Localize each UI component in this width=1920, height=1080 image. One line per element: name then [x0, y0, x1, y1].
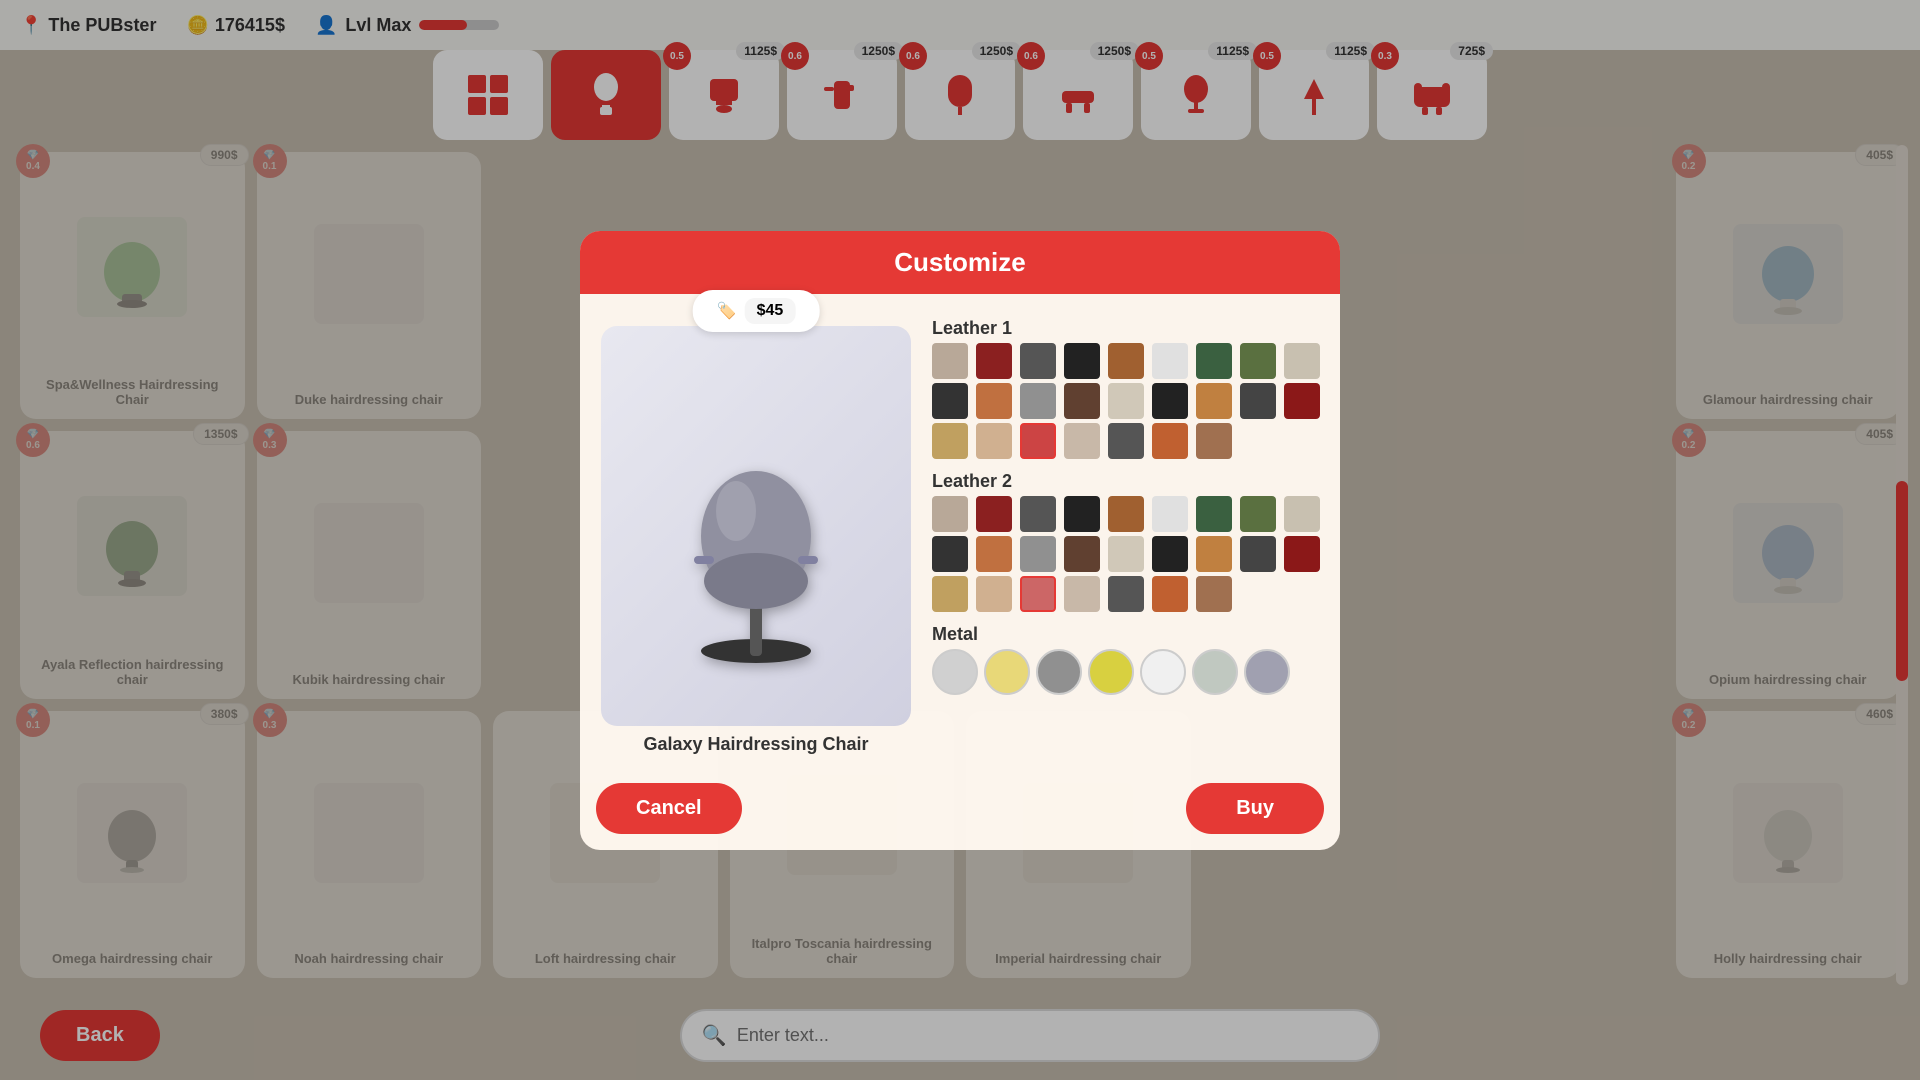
metal-swatch-3[interactable] — [1088, 649, 1134, 695]
leather2-swatch-18[interactable] — [932, 576, 968, 612]
leather2-section: Leather 2 — [932, 471, 1324, 612]
leather1-section: Leather 1 — [932, 318, 1324, 459]
leather1-swatch-11[interactable] — [1020, 383, 1056, 419]
buy-button[interactable]: Buy — [1186, 783, 1324, 834]
metal-title: Metal — [932, 624, 1324, 645]
leather1-swatch-20[interactable] — [1020, 423, 1056, 459]
leather2-swatch-14[interactable] — [1152, 536, 1188, 572]
leather1-swatch-9[interactable] — [932, 383, 968, 419]
leather2-swatch-2[interactable] — [1020, 496, 1056, 532]
modal-body: 🏷️ $45 — [580, 294, 1340, 771]
cancel-button[interactable]: Cancel — [596, 783, 742, 834]
leather1-swatch-5[interactable] — [1152, 343, 1188, 379]
metal-swatch-1[interactable] — [984, 649, 1030, 695]
chair-price-tag: 🏷️ $45 — [693, 290, 820, 332]
chair-name-label: Galaxy Hairdressing Chair — [643, 734, 868, 755]
metal-color-grid — [932, 649, 1324, 695]
modal-footer: Cancel Buy — [580, 771, 1340, 850]
leather2-swatch-24[interactable] — [1196, 576, 1232, 612]
leather1-swatch-19[interactable] — [976, 423, 1012, 459]
leather1-swatch-1[interactable] — [976, 343, 1012, 379]
modal-chair-preview: 🏷️ $45 — [596, 310, 916, 755]
leather2-swatch-6[interactable] — [1196, 496, 1232, 532]
leather2-swatch-12[interactable] — [1064, 536, 1100, 572]
leather1-swatch-2[interactable] — [1020, 343, 1056, 379]
leather2-swatch-17[interactable] — [1284, 536, 1320, 572]
leather2-swatch-13[interactable] — [1108, 536, 1144, 572]
leather1-swatch-17[interactable] — [1284, 383, 1320, 419]
leather1-swatch-21[interactable] — [1064, 423, 1100, 459]
leather2-title: Leather 2 — [932, 471, 1324, 492]
price-icon: 🏷️ — [717, 301, 737, 321]
leather1-swatch-12[interactable] — [1064, 383, 1100, 419]
leather1-swatch-3[interactable] — [1064, 343, 1100, 379]
metal-swatch-2[interactable] — [1036, 649, 1082, 695]
leather2-swatch-15[interactable] — [1196, 536, 1232, 572]
leather2-swatch-16[interactable] — [1240, 536, 1276, 572]
leather1-swatch-6[interactable] — [1196, 343, 1232, 379]
leather1-swatch-24[interactable] — [1196, 423, 1232, 459]
metal-section: Metal — [932, 624, 1324, 695]
leather2-swatch-22[interactable] — [1108, 576, 1144, 612]
leather2-swatch-7[interactable] — [1240, 496, 1276, 532]
leather2-swatch-11[interactable] — [1020, 536, 1056, 572]
leather2-swatch-19[interactable] — [976, 576, 1012, 612]
leather1-swatch-4[interactable] — [1108, 343, 1144, 379]
metal-swatch-0[interactable] — [932, 649, 978, 695]
leather1-swatch-13[interactable] — [1108, 383, 1144, 419]
leather1-swatch-22[interactable] — [1108, 423, 1144, 459]
leather2-swatch-20[interactable] — [1020, 576, 1056, 612]
modal-options: Leather 1 Leather 2 Metal — [932, 310, 1324, 755]
leather1-swatch-23[interactable] — [1152, 423, 1188, 459]
leather2-swatch-9[interactable] — [932, 536, 968, 572]
leather1-color-grid — [932, 343, 1324, 459]
leather2-swatch-4[interactable] — [1108, 496, 1144, 532]
modal-title: Customize — [894, 247, 1025, 277]
leather1-swatch-18[interactable] — [932, 423, 968, 459]
leather1-swatch-0[interactable] — [932, 343, 968, 379]
chair-3d-svg — [646, 381, 866, 671]
metal-swatch-4[interactable] — [1140, 649, 1186, 695]
leather2-swatch-21[interactable] — [1064, 576, 1100, 612]
leather1-swatch-7[interactable] — [1240, 343, 1276, 379]
leather2-swatch-10[interactable] — [976, 536, 1012, 572]
leather2-swatch-0[interactable] — [932, 496, 968, 532]
leather1-title: Leather 1 — [932, 318, 1324, 339]
leather1-swatch-15[interactable] — [1196, 383, 1232, 419]
leather2-swatch-3[interactable] — [1064, 496, 1100, 532]
leather2-swatch-8[interactable] — [1284, 496, 1320, 532]
leather2-swatch-23[interactable] — [1152, 576, 1188, 612]
leather2-color-grid — [932, 496, 1324, 612]
leather2-swatch-1[interactable] — [976, 496, 1012, 532]
leather1-swatch-16[interactable] — [1240, 383, 1276, 419]
chair-preview-box — [601, 326, 911, 726]
metal-swatch-6[interactable] — [1244, 649, 1290, 695]
price-value: $45 — [745, 298, 796, 324]
leather1-swatch-8[interactable] — [1284, 343, 1320, 379]
metal-swatch-5[interactable] — [1192, 649, 1238, 695]
leather1-swatch-10[interactable] — [976, 383, 1012, 419]
customize-modal: Customize 🏷️ $45 — [580, 231, 1340, 850]
leather1-swatch-14[interactable] — [1152, 383, 1188, 419]
modal-overlay: Customize 🏷️ $45 — [0, 0, 1920, 1080]
leather2-swatch-5[interactable] — [1152, 496, 1188, 532]
modal-header: Customize — [580, 231, 1340, 294]
